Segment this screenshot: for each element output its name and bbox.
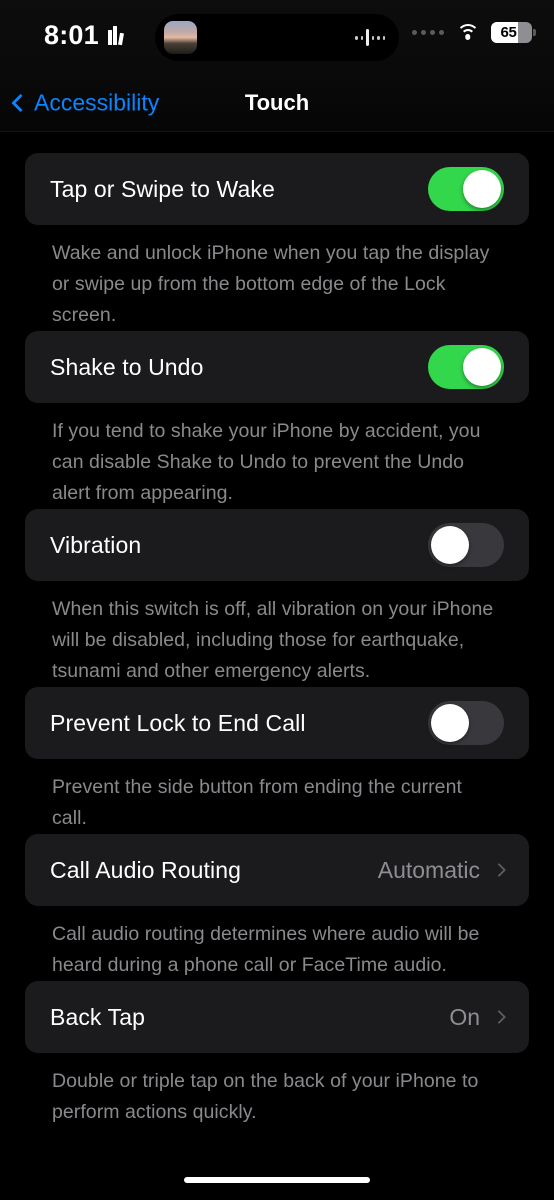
- setting-label-tap-or-swipe-to-wake: Tap or Swipe to Wake: [50, 175, 275, 202]
- setting-value-call-audio-routing: Automatic: [377, 856, 480, 883]
- dynamic-island[interactable]: [155, 14, 399, 61]
- setting-label-call-audio-routing: Call Audio Routing: [50, 856, 242, 883]
- battery-percent: 65: [500, 24, 517, 41]
- setting-label-vibration: Vibration: [50, 531, 142, 558]
- setting-control-call-audio-routing: Automatic: [377, 856, 507, 884]
- media-artwork-thumbnail[interactable]: [164, 21, 197, 54]
- battery-indicator: 65: [491, 22, 536, 43]
- setting-footnote-vibration: When this switch is off, all vibration o…: [52, 598, 494, 682]
- status-bar-clock: 8:01: [44, 20, 99, 50]
- chevron-right-icon: [491, 1009, 507, 1025]
- navigation-bar: Accessibility Touch: [0, 74, 554, 132]
- setting-footnote-call-audio-routing: Call audio routing determines where audi…: [52, 923, 480, 976]
- toggle-tap-or-swipe-to-wake[interactable]: [428, 167, 504, 211]
- toggle-knob: [431, 526, 469, 564]
- setting-row-prevent-lock-to-end-call[interactable]: Prevent Lock to End Call: [25, 687, 529, 759]
- setting-label-back-tap: Back Tap: [50, 1003, 145, 1030]
- setting-control-shake-to-undo: [428, 345, 504, 389]
- cellular-dots-icon: [412, 30, 444, 35]
- setting-row-call-audio-routing[interactable]: Call Audio Routing Automatic: [25, 834, 529, 906]
- audio-waveform-icon: [355, 29, 385, 47]
- settings-group-shake-to-undo: Shake to Undo If you tend to shake your i…: [0, 331, 554, 509]
- settings-list: Tap or Swipe to Wake Wake and unlock iPho…: [0, 132, 554, 1128]
- toggle-prevent-lock-to-end-call[interactable]: [428, 701, 504, 745]
- home-indicator[interactable]: [184, 1177, 370, 1183]
- toggle-knob: [463, 348, 501, 386]
- page-title: Touch: [244, 89, 310, 115]
- setting-control-back-tap: On: [449, 1003, 507, 1031]
- status-bar-right: 65: [412, 22, 536, 43]
- iphone-screen: 8:01 65 Accessibility Touch Tap or Swipe…: [0, 0, 554, 1200]
- chevron-right-icon: [491, 862, 507, 878]
- toggle-vibration[interactable]: [428, 523, 504, 567]
- toggle-knob: [431, 704, 469, 742]
- setting-footnote-tap-or-swipe-to-wake: Wake and unlock iPhone when you tap the …: [52, 242, 490, 326]
- setting-footnote-prevent-lock-to-end-call: Prevent the side button from ending the …: [52, 776, 462, 829]
- setting-footnote-back-tap: Double or triple tap on the back of your…: [52, 1070, 479, 1123]
- setting-row-vibration[interactable]: Vibration: [25, 509, 529, 581]
- setting-footnote-shake-to-undo: If you tend to shake your iPhone by acci…: [52, 420, 481, 504]
- settings-group-call-audio-routing: Call Audio Routing Automatic Call audio ro…: [0, 834, 554, 981]
- setting-label-shake-to-undo: Shake to Undo: [50, 353, 204, 380]
- setting-control-vibration: [428, 523, 504, 567]
- settings-group-prevent-lock-to-end-call: Prevent Lock to End Call Prevent the side…: [0, 687, 554, 834]
- settings-group-tap-or-swipe-to-wake: Tap or Swipe to Wake Wake and unlock iPho…: [0, 153, 554, 331]
- settings-group-back-tap: Back Tap On Double or triple tap on the ba…: [0, 981, 554, 1128]
- setting-label-prevent-lock-to-end-call: Prevent Lock to End Call: [50, 709, 306, 736]
- setting-control-tap-or-swipe-to-wake: [428, 167, 504, 211]
- setting-row-shake-to-undo[interactable]: Shake to Undo: [25, 331, 529, 403]
- toggle-shake-to-undo[interactable]: [428, 345, 504, 389]
- setting-control-prevent-lock-to-end-call: [428, 701, 504, 745]
- wifi-icon: [456, 24, 479, 41]
- status-bar: 8:01 65: [0, 0, 554, 74]
- setting-row-tap-or-swipe-to-wake[interactable]: Tap or Swipe to Wake: [25, 153, 529, 225]
- books-icon: [107, 26, 124, 46]
- settings-group-vibration: Vibration When this switch is off, all vi…: [0, 509, 554, 687]
- setting-row-back-tap[interactable]: Back Tap On: [25, 981, 529, 1053]
- status-bar-left: 8:01: [44, 20, 124, 51]
- toggle-knob: [463, 170, 501, 208]
- setting-value-back-tap: On: [449, 1003, 480, 1030]
